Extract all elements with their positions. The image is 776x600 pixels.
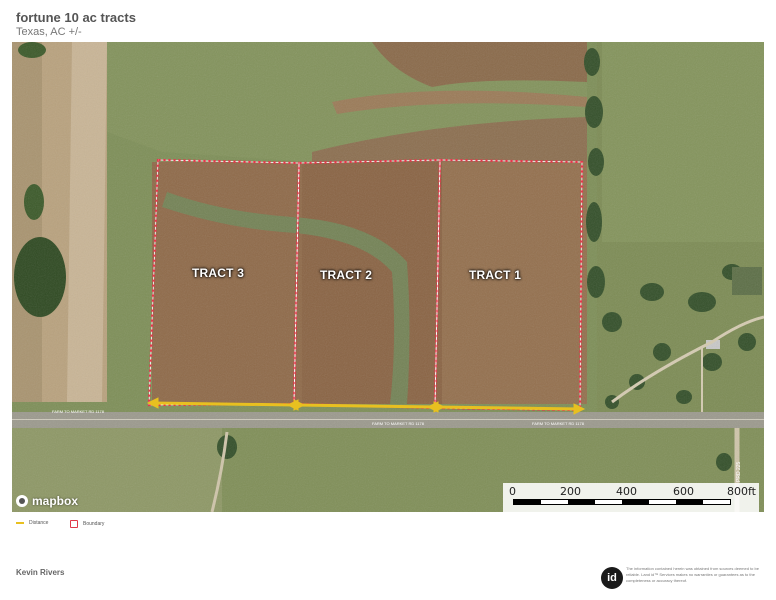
scale-bar: 0 200 400 600 800ft [503,483,759,512]
legend-distance-label: Distance [29,520,49,526]
tract-3-label[interactable]: TRACT 3 [192,266,244,280]
road-label: FARM TO MARKET RD 1178 [372,421,425,426]
scale-tick-200: 200 [560,485,581,498]
scale-tick-400: 400 [616,485,637,498]
mapbox-icon [16,495,28,507]
scale-tick-600: 600 [673,485,694,498]
scale-tick-0: 0 [509,485,516,498]
road-label-right: FARM TO MARKET RD 1178 [532,421,585,426]
distance-legend-icon [16,522,24,524]
author-name: Kevin Rivers [16,568,65,577]
legend-distance: Distance [16,520,48,526]
disclaimer-text: The information contained herein was obt… [626,566,759,583]
map-subtitle: Texas, AC +/- [16,26,82,38]
satellite-map[interactable]: FARM TO MARKET RD 1178 FARM TO MARKET RD… [12,42,764,512]
tract-2-label[interactable]: TRACT 2 [320,268,372,282]
map-imagery: FARM TO MARKET RD 1178 FARM TO MARKET RD… [12,42,764,512]
land-id-logo: id [601,567,623,589]
mapbox-attribution[interactable]: mapbox [16,494,78,508]
road-label-left: FARM TO MARKET RD 1178 [52,409,105,414]
scale-tick-800: 800ft [727,485,756,498]
legend-boundary: Boundary [70,520,104,528]
tract-1-label[interactable]: TRACT 1 [469,268,521,282]
vertical-road-label: PRD 225 [736,461,742,482]
mapbox-text: mapbox [32,494,79,508]
legend-boundary-label: Boundary [83,521,105,527]
map-title: fortune 10 ac tracts [16,10,136,25]
boundary-legend-icon [70,520,78,528]
scale-bar-graphic [513,499,731,505]
